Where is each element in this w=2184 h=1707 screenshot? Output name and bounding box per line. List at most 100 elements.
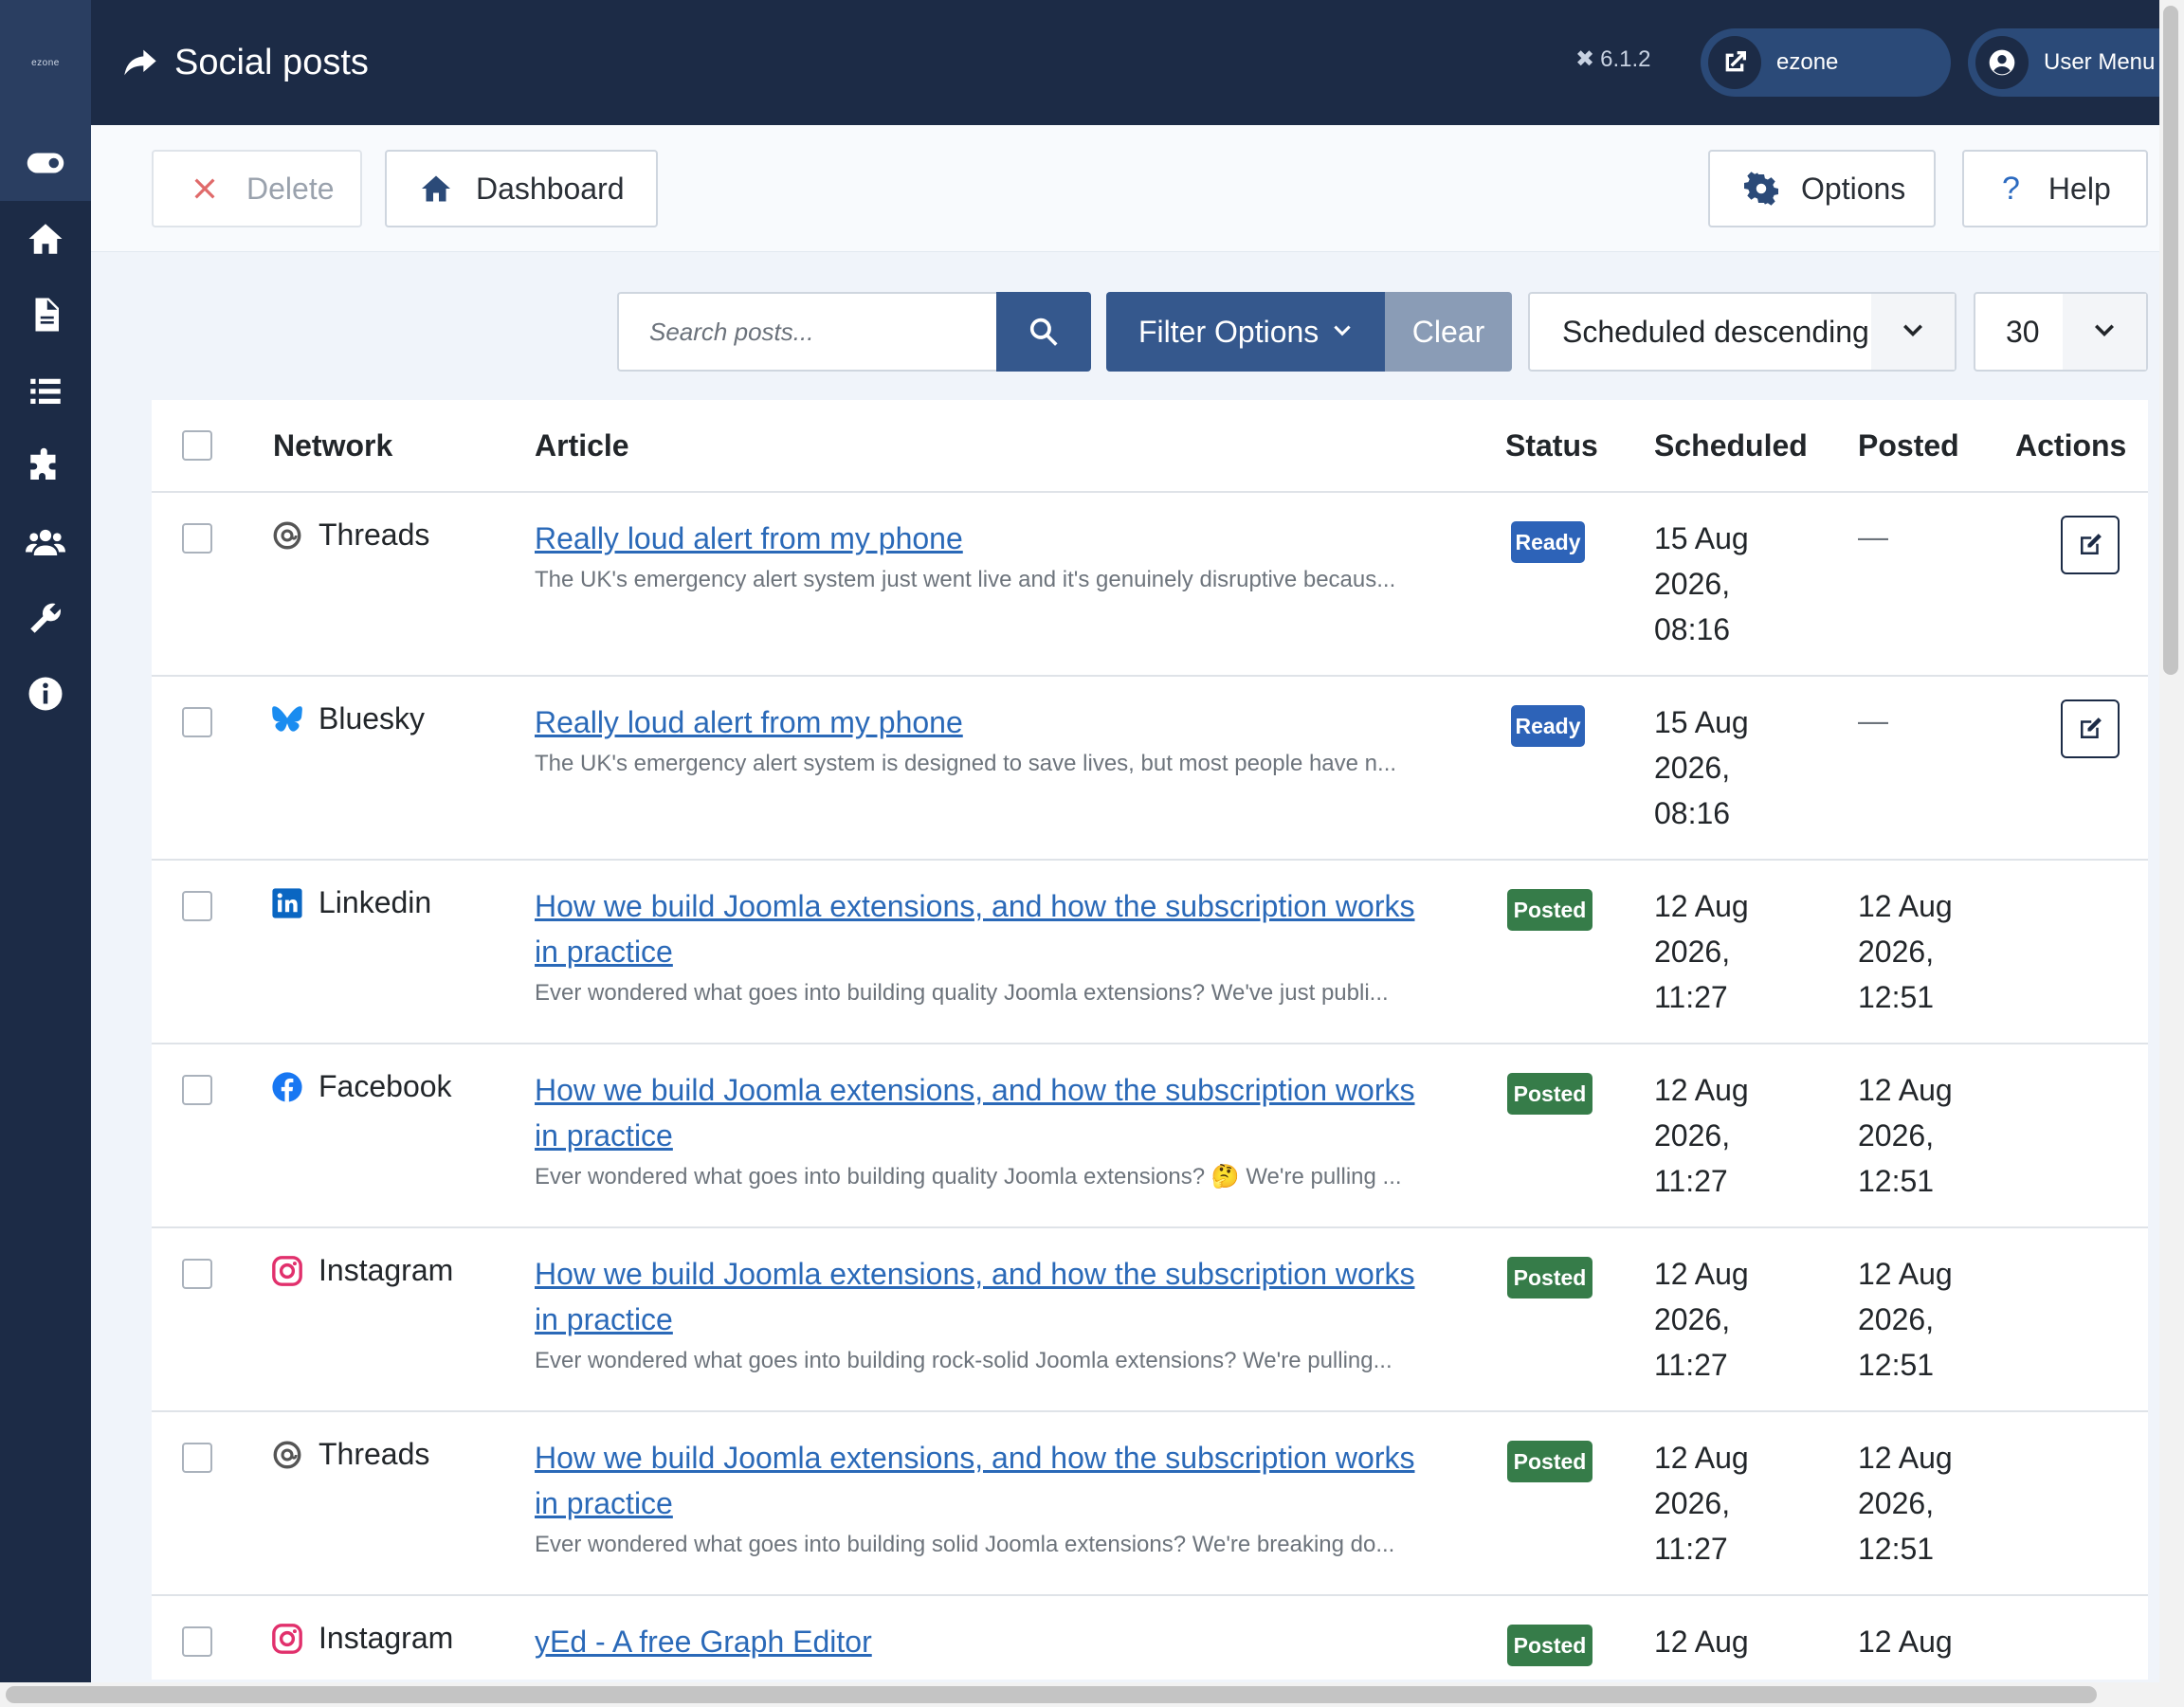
search-button[interactable] xyxy=(996,292,1091,372)
row-checkbox[interactable] xyxy=(182,1443,212,1473)
facebook-icon xyxy=(272,1071,302,1102)
status-badge: Ready xyxy=(1511,521,1585,563)
horizontal-scrollbar-thumb[interactable] xyxy=(6,1686,2097,1703)
article-link[interactable]: How we build Joomla extensions, and how … xyxy=(535,1435,1596,1526)
posted-date: 12 Aug 2026, 12:51 xyxy=(1858,1257,1953,1382)
network-cell: Threads xyxy=(271,518,429,553)
options-button[interactable]: Options xyxy=(1708,150,1936,227)
sidebar-item-home[interactable] xyxy=(0,201,91,277)
column-header-posted[interactable]: Posted xyxy=(1858,428,1959,463)
row-checkbox[interactable] xyxy=(182,1259,212,1289)
edit-icon xyxy=(2081,534,2102,554)
vertical-scrollbar[interactable] xyxy=(2159,0,2184,1707)
row-checkbox[interactable] xyxy=(182,1075,212,1105)
filter-options-button[interactable]: Filter Options xyxy=(1106,292,1385,372)
search-input[interactable]: Search posts... xyxy=(617,292,996,372)
column-header-network[interactable]: Network xyxy=(273,428,392,463)
delete-button[interactable]: Delete xyxy=(152,150,362,227)
joomla-version: ✖ 6.1.2 xyxy=(1575,45,1651,73)
article-link[interactable]: Really loud alert from my phone xyxy=(535,516,1596,561)
column-header-article[interactable]: Article xyxy=(535,428,629,463)
article-cell: Really loud alert from my phone The UK's… xyxy=(535,516,1596,599)
scheduled-date: 12 Aug 2026, 11:27 xyxy=(1654,1257,1749,1382)
instagram-icon xyxy=(272,1255,302,1286)
article-cell: How we build Joomla extensions, and how … xyxy=(535,1435,1596,1564)
network-cell: Instagram xyxy=(271,1253,453,1288)
dashboard-button[interactable]: Dashboard xyxy=(385,150,658,227)
article-link[interactable]: Really loud alert from my phone xyxy=(535,699,1596,745)
wrench-icon xyxy=(30,603,62,633)
clear-button[interactable]: Clear xyxy=(1385,292,1512,372)
row-checkbox[interactable] xyxy=(182,1626,212,1657)
scheduled-date: 15 Aug 2026, 08:16 xyxy=(1654,705,1749,830)
horizontal-scrollbar[interactable] xyxy=(0,1682,2159,1707)
table-row: Facebook How we build Joomla extensions,… xyxy=(152,1044,2148,1228)
home-icon xyxy=(28,224,63,254)
status-badge: Ready xyxy=(1511,705,1585,747)
sidebar-item-system[interactable] xyxy=(0,580,91,656)
article-link[interactable]: yEd - A free Graph Editor xyxy=(535,1619,1596,1664)
table-row: Threads Really loud alert from my phone … xyxy=(152,493,2148,677)
question-icon: ? xyxy=(2002,170,2020,207)
joomla-icon: ✖ xyxy=(1575,46,1595,72)
list-icon xyxy=(30,378,61,404)
article-cell: Really loud alert from my phone The UK's… xyxy=(535,699,1596,783)
article-link[interactable]: How we build Joomla extensions, and how … xyxy=(535,1067,1596,1158)
edit-button[interactable] xyxy=(2061,699,2120,758)
row-checkbox[interactable] xyxy=(182,891,212,921)
info-icon xyxy=(28,677,63,711)
sidebar-item-components[interactable] xyxy=(0,428,91,504)
table-row: Instagram How we build Joomla extensions… xyxy=(152,1228,2148,1412)
article-excerpt: Ever wondered what goes into building ro… xyxy=(535,1348,1392,1373)
chevron-down-icon xyxy=(2095,324,2114,336)
help-button[interactable]: ? Help xyxy=(1962,150,2148,227)
row-checkbox[interactable] xyxy=(182,707,212,737)
network-cell: Bluesky xyxy=(271,701,425,736)
sidebar-item-content[interactable] xyxy=(0,277,91,353)
site-name: ezone xyxy=(1776,49,1839,75)
external-link-icon xyxy=(1725,51,1746,72)
posted-date: — xyxy=(1858,703,1888,737)
search-icon xyxy=(1029,318,1058,346)
status-badge: Posted xyxy=(1507,1625,1592,1666)
network-cell: Facebook xyxy=(271,1069,452,1104)
network-cell: Linkedin xyxy=(271,885,431,920)
view-site-button[interactable]: ezone xyxy=(1701,28,1951,97)
chevron-down-icon xyxy=(1334,325,1351,336)
column-header-status[interactable]: Status xyxy=(1505,428,1598,463)
table-header: Network Article Status Scheduled Posted … xyxy=(152,400,2148,493)
sidebar-item-users[interactable] xyxy=(0,504,91,580)
column-header-scheduled[interactable]: Scheduled xyxy=(1654,428,1808,463)
article-excerpt: Ever wondered what goes into building so… xyxy=(535,1532,1395,1557)
user-menu-button[interactable]: User Menu xyxy=(1968,28,2184,97)
user-menu-label: User Menu xyxy=(2044,49,2156,75)
article-link[interactable]: How we build Joomla extensions, and how … xyxy=(535,883,1596,974)
posted-date: 12 Aug 2026, 12:51 xyxy=(1858,1073,1953,1198)
row-checkbox[interactable] xyxy=(182,523,212,554)
list-limit-select[interactable]: 30 xyxy=(1974,292,2148,372)
brand-logo[interactable]: ezone xyxy=(0,0,91,125)
posts-table: Network Article Status Scheduled Posted … xyxy=(152,400,2148,1680)
ordering-select[interactable]: Scheduled descending xyxy=(1528,292,1956,372)
vertical-scrollbar-thumb[interactable] xyxy=(2163,6,2178,675)
article-cell: How we build Joomla extensions, and how … xyxy=(535,1067,1596,1196)
scheduled-date: 12 Aug 2026, 11:27 xyxy=(1654,889,1749,1014)
posted-date: 12 Aug 2026, 12:51 xyxy=(1858,889,1953,1014)
table-row: Instagram yEd - A free Graph Editor Post… xyxy=(152,1596,2148,1680)
posted-date: 12 Aug 2026, 12:51 xyxy=(1858,1441,1953,1566)
puzzle-icon xyxy=(30,447,56,480)
edit-icon xyxy=(2081,717,2102,738)
sidebar-item-menus[interactable] xyxy=(0,353,91,428)
close-icon xyxy=(194,178,215,199)
article-excerpt: The UK's emergency alert system just wen… xyxy=(535,567,1396,592)
article-link[interactable]: How we build Joomla extensions, and how … xyxy=(535,1251,1596,1342)
threads-icon xyxy=(273,521,301,549)
file-icon xyxy=(35,298,59,332)
select-all-checkbox[interactable] xyxy=(182,430,212,461)
status-badge: Posted xyxy=(1507,1441,1592,1482)
user-circle-icon xyxy=(1989,49,2015,76)
sidebar-item-info[interactable] xyxy=(0,656,91,732)
edit-button[interactable] xyxy=(2061,516,2120,574)
gear-icon xyxy=(1744,172,1778,206)
toggle-menu-button[interactable] xyxy=(0,125,91,201)
